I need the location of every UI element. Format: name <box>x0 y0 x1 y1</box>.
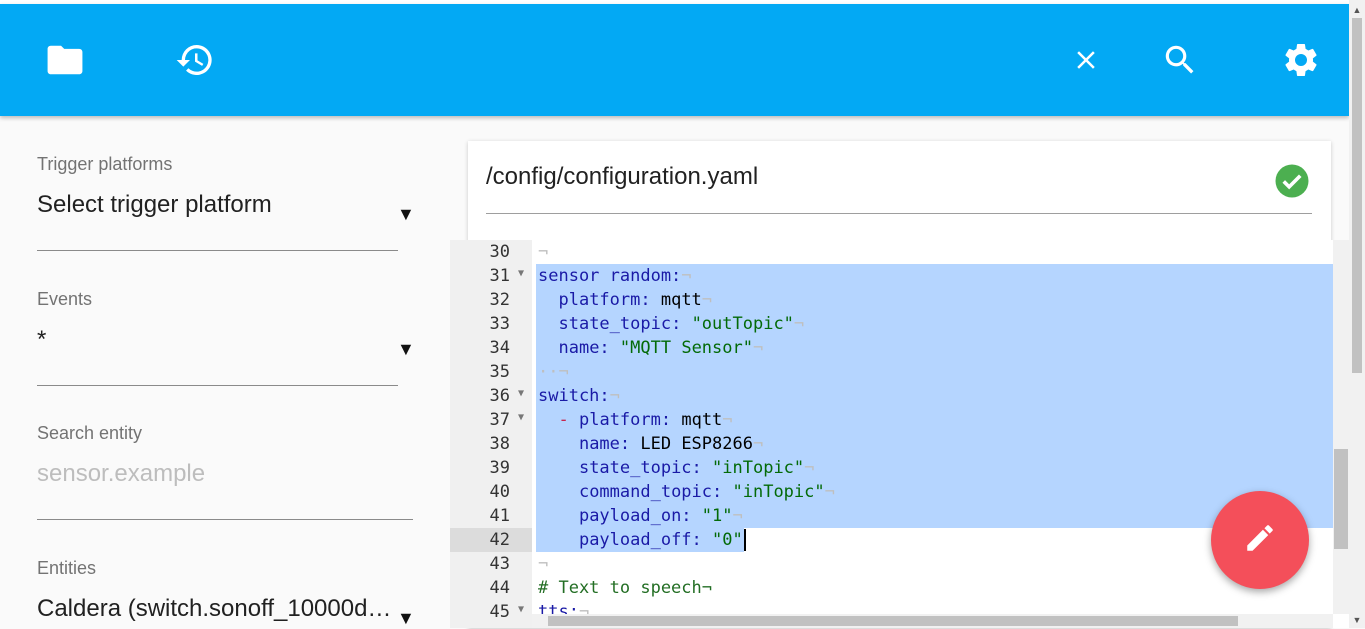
line-number: 40 <box>450 480 532 504</box>
editor-vscroll-thumb[interactable] <box>1334 449 1348 549</box>
trigger-platform-underline <box>37 250 398 251</box>
code-line[interactable]: # Text to speech¬ <box>538 576 712 600</box>
search-icon[interactable] <box>1148 4 1212 116</box>
code-line[interactable]: ¬ <box>538 552 548 576</box>
line-number-text: 44 <box>489 578 510 598</box>
code-line[interactable]: payload_on: "1"¬ <box>538 504 743 528</box>
line-number-text: 45 <box>489 602 510 622</box>
events-underline <box>37 385 398 386</box>
line-number-gutter: 30 31 ▼ 32 33 34 35 36 ▼ 37 ▼ 38 39 40 41 42 43 44 45 ▼ <box>450 240 532 628</box>
pencil-icon <box>1243 521 1277 560</box>
line-number: 39 <box>450 456 532 480</box>
line-number-text: 36 <box>489 386 510 406</box>
line-number-text: 43 <box>489 554 510 574</box>
edit-fab-button[interactable] <box>1211 491 1309 589</box>
sidebar: Trigger platforms Select trigger platfor… <box>0 116 440 628</box>
code-line[interactable]: sensor random:¬ <box>538 264 692 288</box>
line-number: 32 <box>450 288 532 312</box>
line-number: 42 <box>450 528 532 552</box>
code-line[interactable]: state_topic: "outTopic"¬ <box>538 312 804 336</box>
line-number-text: 31 <box>489 266 510 286</box>
page-scrollbar-thumb[interactable] <box>1352 18 1362 373</box>
code-line[interactable]: command_topic: "inTopic"¬ <box>538 480 835 504</box>
fold-toggle-icon[interactable]: ▼ <box>518 268 524 279</box>
folder-icon[interactable] <box>33 4 97 116</box>
entities-value[interactable]: Caldera (switch.sonoff_10000d… <box>37 595 391 623</box>
line-number-text: 30 <box>489 242 510 262</box>
file-path-underline <box>486 213 1312 214</box>
editor-hscroll-thumb[interactable] <box>548 616 1238 626</box>
entities-label: Entities <box>37 558 97 578</box>
line-number-text: 37 <box>489 410 510 430</box>
file-path: /config/configuration.yaml <box>486 163 759 190</box>
close-icon[interactable] <box>1054 4 1118 116</box>
line-number-text: 42 <box>489 530 510 550</box>
line-number: 34 <box>450 336 532 360</box>
trigger-platform-value[interactable]: Select trigger platform <box>37 191 272 219</box>
trigger-platforms-label: Trigger platforms <box>37 154 173 174</box>
fold-toggle-icon[interactable]: ▼ <box>518 412 524 423</box>
line-number: 30 <box>450 240 532 264</box>
code-line[interactable]: payload_off: "0" <box>538 528 743 552</box>
line-number: 43 <box>450 552 532 576</box>
fold-toggle-icon[interactable]: ▼ <box>518 604 524 615</box>
trigger-platform-dropdown[interactable]: Trigger platforms Select trigger platfor… <box>37 154 272 219</box>
line-number: 41 <box>450 504 532 528</box>
trigger-platform-dropdown-arrow-icon[interactable]: ▼ <box>397 204 415 225</box>
editor-horizontal-scrollbar[interactable] <box>532 614 1333 628</box>
line-number: 36 ▼ <box>450 384 532 408</box>
events-value[interactable]: * <box>37 326 92 354</box>
line-number-text: 32 <box>489 290 510 310</box>
code-line[interactable]: name: "MQTT Sensor"¬ <box>538 336 763 360</box>
line-number-text: 38 <box>489 434 510 454</box>
code-line[interactable]: platform: mqtt¬ <box>538 288 712 312</box>
scroll-down-arrow-icon[interactable]: ▼ <box>1349 612 1365 628</box>
line-number: 44 <box>450 576 532 600</box>
code-line[interactable]: - platform: mqtt¬ <box>538 408 732 432</box>
line-number: 31 ▼ <box>450 264 532 288</box>
events-dropdown[interactable]: Events * <box>37 289 92 354</box>
line-number-text: 34 <box>489 338 510 358</box>
line-number: 33 <box>450 312 532 336</box>
fold-toggle-icon[interactable]: ▼ <box>518 388 524 399</box>
scroll-up-arrow-icon[interactable]: ▲ <box>1349 2 1365 18</box>
code-line[interactable]: name: LED ESP8266¬ <box>538 432 763 456</box>
code-line[interactable]: switch:¬ <box>538 384 620 408</box>
line-number: 35 <box>450 360 532 384</box>
line-number-text: 41 <box>489 506 510 526</box>
search-entity-underline <box>37 519 413 520</box>
settings-icon[interactable] <box>1269 4 1333 116</box>
line-number-text: 40 <box>489 482 510 502</box>
line-number: 38 <box>450 432 532 456</box>
code-line[interactable]: state_topic: "inTopic"¬ <box>538 456 814 480</box>
line-number: 37 ▼ <box>450 408 532 432</box>
events-dropdown-arrow-icon[interactable]: ▼ <box>397 339 415 360</box>
entities-dropdown-arrow-icon[interactable]: ▼ <box>397 608 415 629</box>
page-scrollbar[interactable]: ▲ ▼ <box>1349 0 1365 628</box>
editor-vertical-scrollbar[interactable] <box>1333 240 1349 614</box>
line-number-text: 39 <box>489 458 510 478</box>
text-cursor <box>744 529 746 551</box>
line-number-text: 35 <box>489 362 510 382</box>
search-entity-input[interactable]: sensor.example <box>37 460 205 488</box>
app-toolbar <box>0 4 1349 116</box>
code-line[interactable]: ¬ <box>538 240 548 264</box>
code-editor[interactable]: 30 31 ▼ 32 33 34 35 36 ▼ 37 ▼ 38 39 40 41 42 43 44 45 ▼ ¬ se… <box>450 240 1349 628</box>
search-entity-label: Search entity <box>37 423 143 443</box>
check-circle-icon <box>1274 163 1310 199</box>
events-label: Events <box>37 289 93 309</box>
line-number-text: 33 <box>489 314 510 334</box>
line-number: 45 ▼ <box>450 600 532 624</box>
history-icon[interactable] <box>163 4 227 116</box>
search-entity-field[interactable]: Search entity sensor.example <box>37 423 205 488</box>
entities-dropdown[interactable]: Entities Caldera (switch.sonoff_10000d… <box>37 558 391 623</box>
code-line[interactable]: ··¬ <box>538 360 569 384</box>
